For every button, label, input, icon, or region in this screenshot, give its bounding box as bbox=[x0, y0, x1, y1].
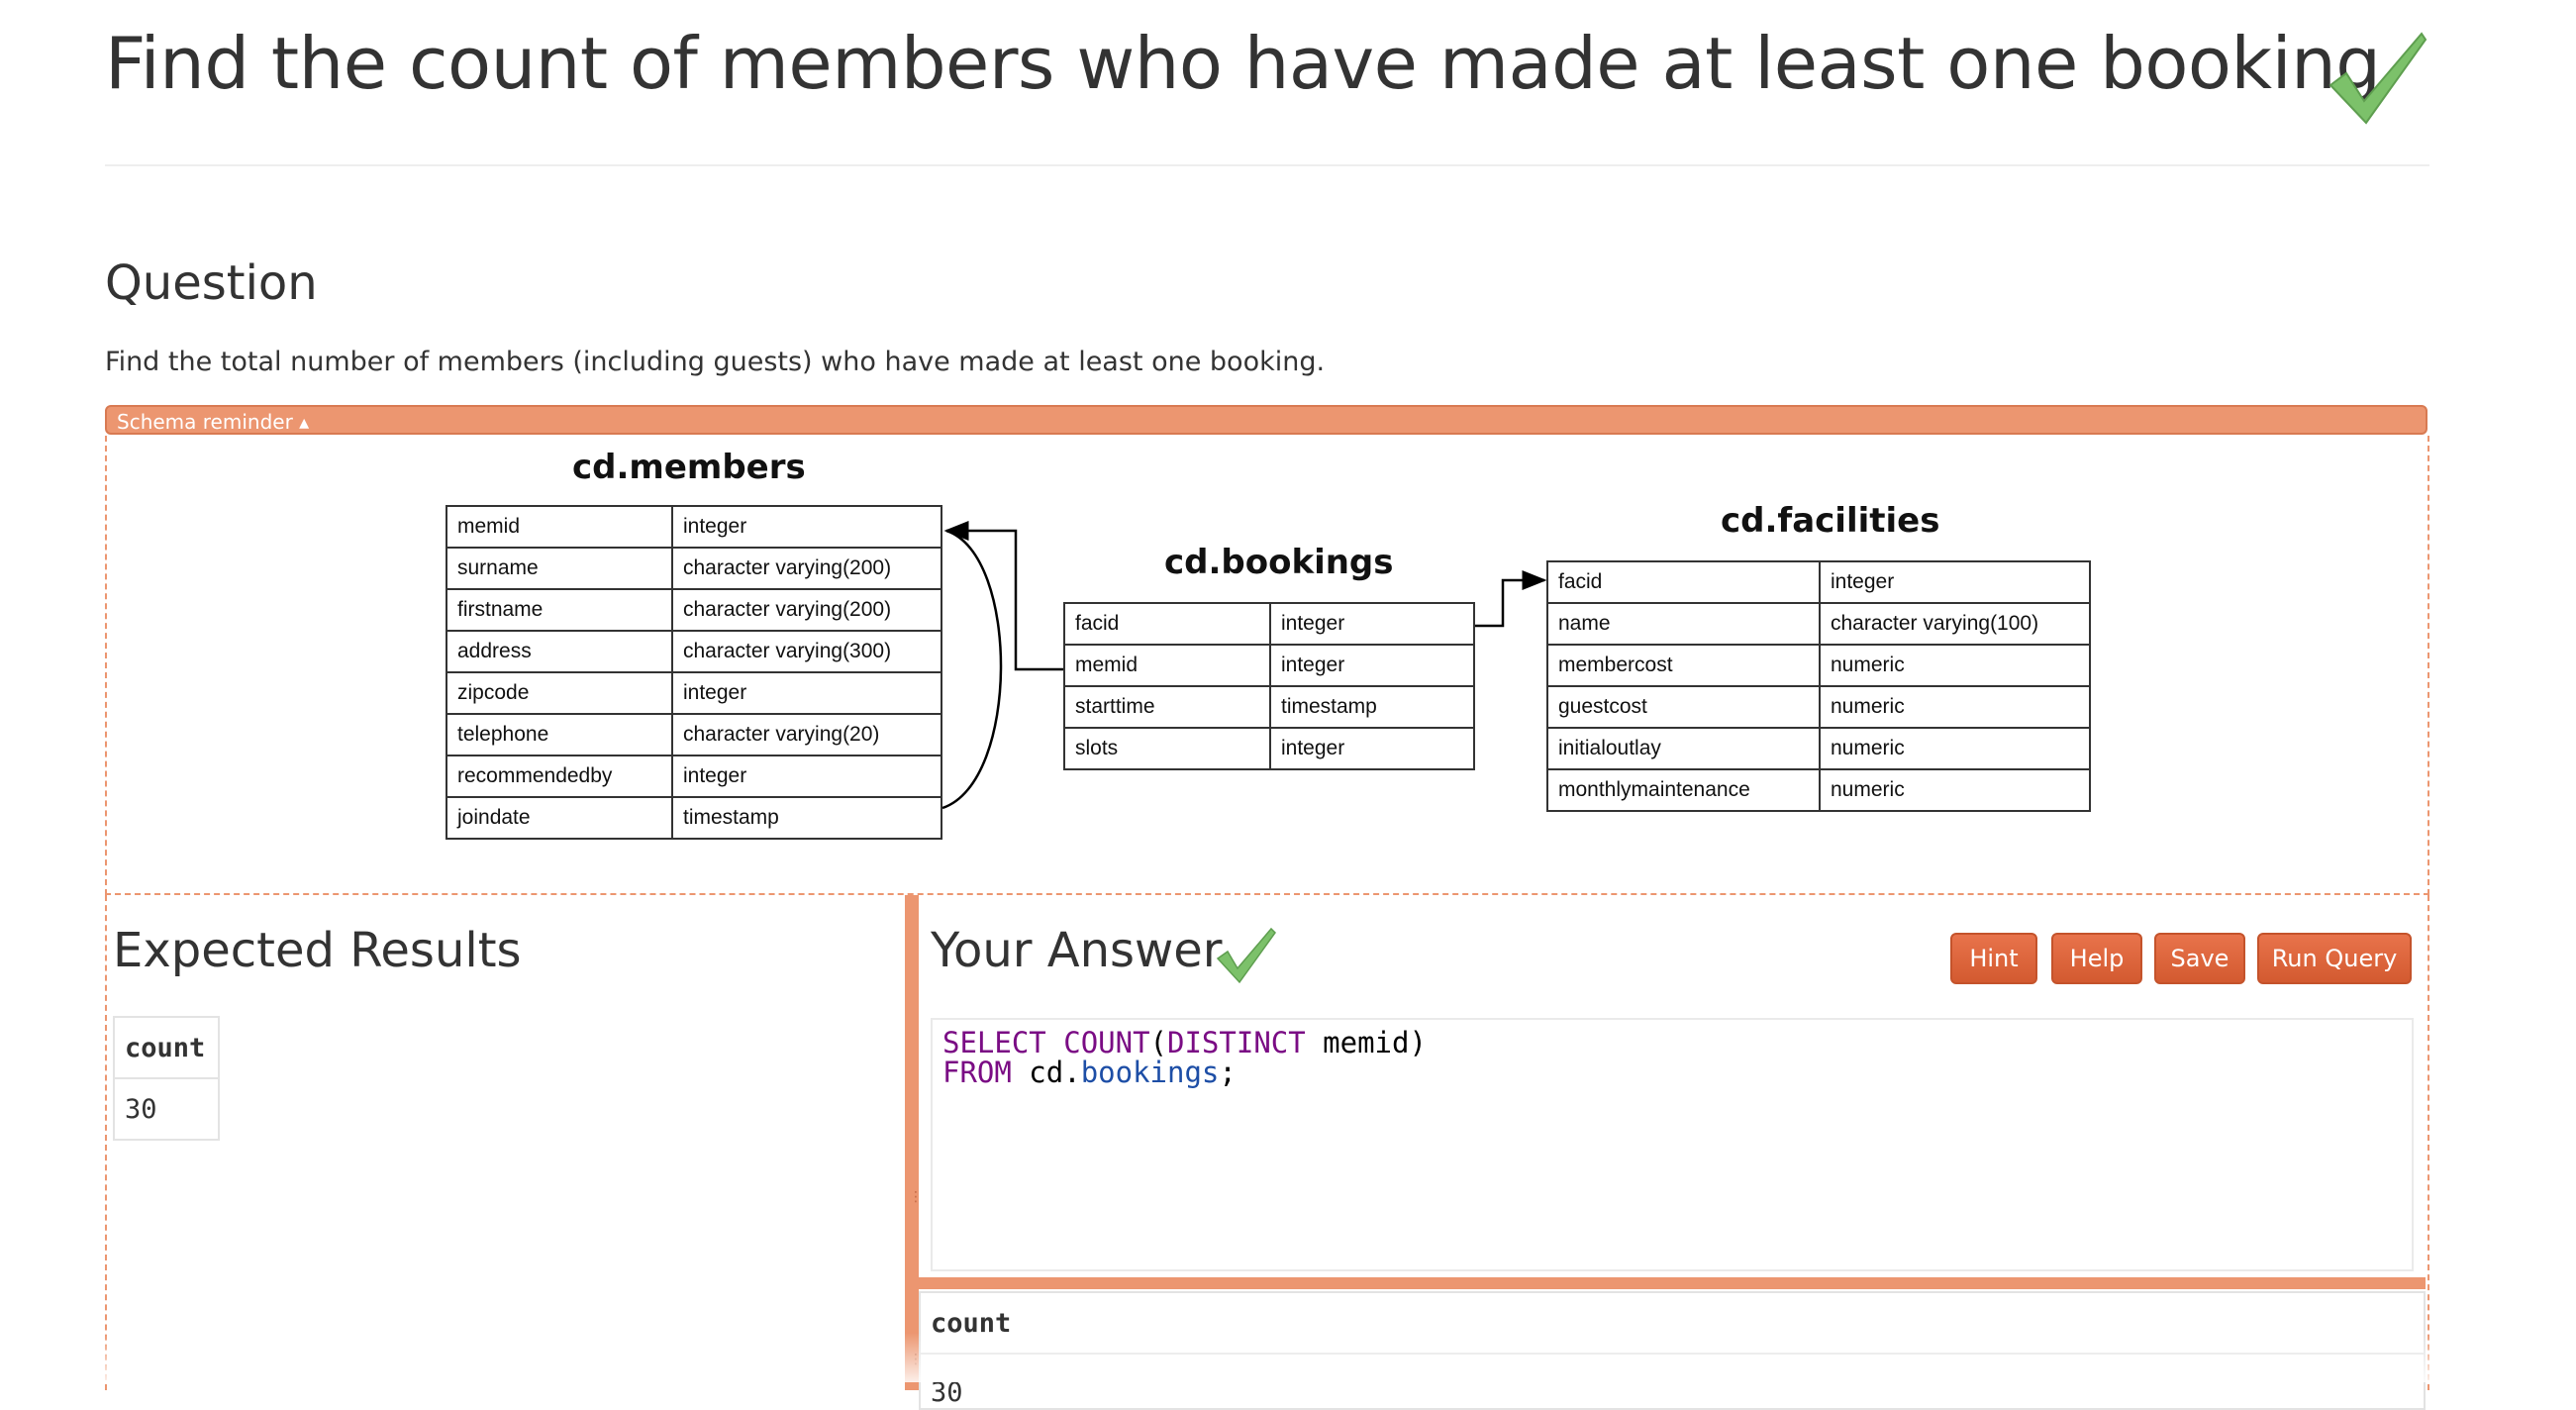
question-text: Find the total number of members (includ… bbox=[105, 347, 1326, 377]
table-row: name character varying(100) bbox=[1546, 602, 2091, 646]
schema-column-type: numeric bbox=[1819, 644, 2091, 687]
schema-column-name: zipcode bbox=[446, 671, 673, 715]
table-row: recommendedby integer bbox=[446, 755, 942, 798]
schema-column-name: monthlymaintenance bbox=[1546, 768, 1821, 812]
schema-column-name: membercost bbox=[1546, 644, 1821, 687]
schema-column-name: joindate bbox=[446, 796, 673, 840]
horizontal-splitter[interactable] bbox=[919, 1277, 2426, 1289]
schema-column-type: integer bbox=[1819, 560, 2091, 604]
schema-column-name: telephone bbox=[446, 713, 673, 756]
bookings-table-title: cd.bookings bbox=[1164, 543, 1394, 582]
schema-column-type: numeric bbox=[1819, 727, 2091, 770]
members-table-title: cd.members bbox=[572, 448, 806, 487]
sql-punct: ; bbox=[1219, 1056, 1237, 1089]
table-row: slots integer bbox=[1063, 727, 1475, 770]
table-row: monthlymaintenance numeric bbox=[1546, 768, 2091, 812]
expected-column-header: count bbox=[113, 1016, 220, 1079]
splitter-grip-icon: ⋮ bbox=[909, 1189, 923, 1205]
page-title: Find the count of members who have made … bbox=[105, 22, 2381, 105]
table-row: 30 bbox=[113, 1077, 220, 1141]
query-results-table: count 30 bbox=[919, 1291, 2426, 1410]
sql-keyword: DISTINCT bbox=[1167, 1026, 1306, 1059]
schema-column-type: integer bbox=[1269, 727, 1475, 770]
save-button[interactable]: Save bbox=[2154, 933, 2245, 984]
schema-column-type: integer bbox=[671, 505, 942, 549]
panel-border-right bbox=[2427, 895, 2429, 1390]
help-button[interactable]: Help bbox=[2051, 933, 2142, 984]
sql-keyword: FROM bbox=[942, 1056, 1012, 1089]
schema-reminder-toggle[interactable]: Schema reminder ▴ bbox=[105, 405, 2427, 435]
facilities-table-title: cd.facilities bbox=[1721, 501, 1940, 541]
table-row: memid integer bbox=[446, 505, 942, 549]
sql-editor[interactable]: SELECT COUNT(DISTINCT memid) FROM cd.boo… bbox=[931, 1018, 2414, 1271]
schema-column-type: character varying(100) bbox=[1819, 602, 2091, 646]
sql-table-name: bookings bbox=[1080, 1056, 1220, 1089]
table-row: starttime timestamp bbox=[1063, 685, 1475, 729]
question-heading: Question bbox=[105, 255, 318, 311]
table-row: joindate timestamp bbox=[446, 796, 942, 840]
table-row: firstname character varying(200) bbox=[446, 588, 942, 632]
table-row: membercost numeric bbox=[1546, 644, 2091, 687]
schema-column-type: timestamp bbox=[1269, 685, 1475, 729]
sql-column: memid) bbox=[1305, 1026, 1427, 1059]
expected-results-table: count 30 bbox=[113, 1016, 220, 1141]
table-row: telephone character varying(20) bbox=[446, 713, 942, 756]
table-row: initialoutlay numeric bbox=[1546, 727, 2091, 770]
table-row: facid integer bbox=[1063, 602, 1475, 646]
schema-column-name: starttime bbox=[1063, 685, 1271, 729]
table-row: facid integer bbox=[1546, 560, 2091, 604]
schema-column-type: character varying(300) bbox=[671, 630, 942, 673]
schema-column-type: integer bbox=[1269, 602, 1475, 646]
check-icon bbox=[2328, 32, 2427, 125]
schema-column-type: numeric bbox=[1819, 768, 2091, 812]
bookings-schema-table: facid integer memid integer starttime timesta… bbox=[1063, 602, 1475, 770]
schema-column-type: character varying(200) bbox=[671, 547, 942, 590]
sql-schema: cd. bbox=[1011, 1056, 1081, 1089]
schema-column-name: memid bbox=[1063, 644, 1271, 687]
hint-button[interactable]: Hint bbox=[1950, 933, 2037, 984]
schema-column-name: name bbox=[1546, 602, 1821, 646]
schema-column-name: surname bbox=[446, 547, 673, 590]
table-row: 30 bbox=[919, 1353, 2426, 1410]
schema-column-name: guestcost bbox=[1546, 685, 1821, 729]
members-schema-table: memid integer surname character varying(200… bbox=[446, 505, 942, 840]
schema-column-type: numeric bbox=[1819, 685, 2091, 729]
result-column-header: count bbox=[919, 1291, 2426, 1355]
table-row: surname character varying(200) bbox=[446, 547, 942, 590]
run-query-button[interactable]: Run Query bbox=[2257, 933, 2412, 984]
schema-column-name: firstname bbox=[446, 588, 673, 632]
expected-results-heading: Expected Results bbox=[113, 923, 522, 978]
sql-function: COUNT bbox=[1063, 1026, 1150, 1059]
table-row: zipcode integer bbox=[446, 671, 942, 715]
sql-punct: ( bbox=[1149, 1026, 1168, 1059]
schema-column-name: facid bbox=[1063, 602, 1271, 646]
facilities-schema-table: facid integer name character varying(100) me… bbox=[1546, 560, 2091, 812]
schema-column-name: slots bbox=[1063, 727, 1271, 770]
schema-column-name: recommendedby bbox=[446, 755, 673, 798]
schema-column-type: integer bbox=[1269, 644, 1475, 687]
title-divider bbox=[105, 164, 2429, 166]
schema-column-name: memid bbox=[446, 505, 673, 549]
schema-column-name: facid bbox=[1546, 560, 1821, 604]
result-cell: 30 bbox=[919, 1353, 2426, 1410]
schema-column-name: address bbox=[446, 630, 673, 673]
schema-column-type: character varying(200) bbox=[671, 588, 942, 632]
schema-column-type: integer bbox=[671, 671, 942, 715]
sql-keyword: SELECT bbox=[942, 1026, 1046, 1059]
schema-column-type: timestamp bbox=[671, 796, 942, 840]
vertical-splitter[interactable] bbox=[905, 895, 919, 1390]
schema-column-type: character varying(20) bbox=[671, 713, 942, 756]
schema-column-name: initialoutlay bbox=[1546, 727, 1821, 770]
table-row: memid integer bbox=[1063, 644, 1475, 687]
check-icon bbox=[1216, 927, 1276, 984]
table-row: guestcost numeric bbox=[1546, 685, 2091, 729]
table-row: address character varying(300) bbox=[446, 630, 942, 673]
schema-column-type: integer bbox=[671, 755, 942, 798]
expected-cell: 30 bbox=[113, 1077, 220, 1141]
your-answer-heading: Your Answer bbox=[931, 923, 1223, 978]
